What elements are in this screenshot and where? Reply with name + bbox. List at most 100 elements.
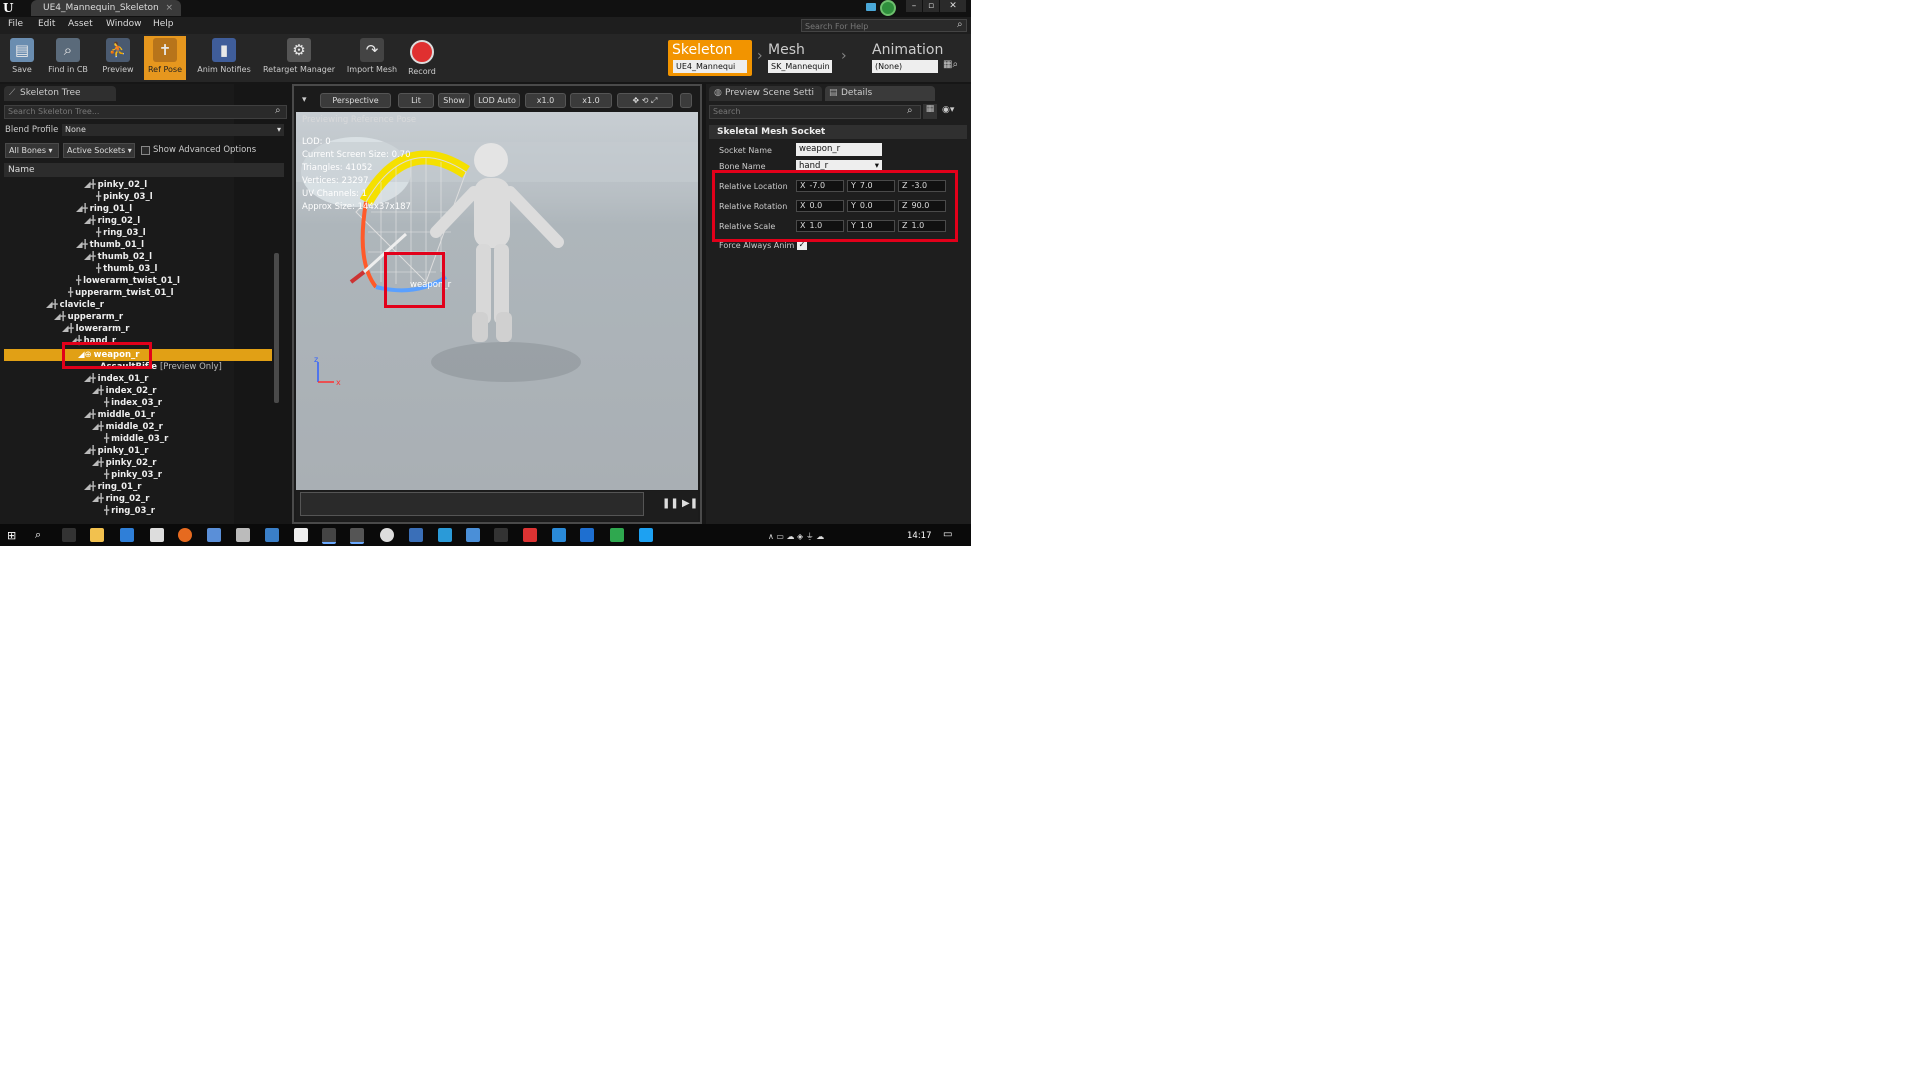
app-icon[interactable] (350, 528, 364, 544)
app-icon[interactable] (523, 528, 537, 542)
bones-filter-dropdown[interactable]: All Bones ▾ (5, 143, 59, 158)
app-icon[interactable] (552, 528, 566, 542)
timeline-scrubber[interactable] (300, 492, 644, 516)
tree-row[interactable]: ◢╋ clavicle_r (46, 299, 104, 311)
anim-notifies-button[interactable]: ▮ Anim Notifies (194, 36, 254, 80)
tree-row[interactable]: ◢╋ thumb_01_l (76, 239, 144, 251)
app-icon[interactable] (207, 528, 221, 542)
app-icon[interactable] (380, 528, 394, 542)
tree-row[interactable]: ╋ ring_03_l (96, 227, 146, 239)
tree-row[interactable]: ◢╋ lowerarm_r (62, 323, 129, 335)
mesh-asset-field[interactable]: SK_Mannequin (768, 60, 832, 73)
app-icon[interactable] (409, 528, 423, 542)
perspective-button[interactable]: Perspective (320, 93, 391, 108)
tree-row[interactable]: ╋ lowerarm_twist_01_l (76, 275, 180, 287)
save-button[interactable]: ▤ Save (4, 36, 40, 80)
retarget-manager-button[interactable]: ⚙ Retarget Manager (259, 36, 339, 80)
menu-file[interactable]: File (8, 19, 23, 29)
system-tray-icons[interactable]: ∧ ▭ ☁ ◈ ⏚ ☁ (768, 531, 824, 542)
tree-column-header[interactable]: Name (4, 163, 284, 177)
pause-icon[interactable]: ❚❚ (662, 498, 679, 509)
tree-row[interactable]: ◢╋ ring_02_l (84, 215, 140, 227)
minimize-button[interactable]: – (906, 0, 922, 12)
play-speed-button[interactable]: x1.0 (525, 93, 566, 108)
lit-button[interactable]: Lit (398, 93, 434, 108)
close-window-button[interactable]: ✕ (940, 0, 966, 12)
mesh-tab-label[interactable]: Mesh (768, 42, 805, 58)
tree-row[interactable]: ◢╋ upperarm_r (54, 311, 123, 323)
search-icon[interactable]: ⌕ (35, 528, 41, 542)
windows-start-icon[interactable]: ⊞ (7, 529, 16, 542)
transform-tools[interactable]: ✥ ⟲ ⤢ (617, 93, 673, 108)
rotation-speed-button[interactable]: x1.0 (570, 93, 612, 108)
visual-studio-code-icon[interactable] (580, 528, 594, 542)
menu-help[interactable]: Help (153, 19, 174, 29)
tree-row[interactable]: ◢╋ thumb_02_l (84, 251, 152, 263)
notifications-icon[interactable]: ▭ (943, 529, 952, 540)
details-search-input[interactable]: Search (709, 105, 921, 119)
skeletal-mesh-socket-section[interactable]: Skeletal Mesh Socket (709, 125, 967, 139)
skeleton-search-input[interactable]: Search Skeleton Tree... (4, 105, 287, 119)
document-tab[interactable]: UE4_Mannequin_Skeleton × (31, 0, 181, 16)
show-advanced-checkbox[interactable] (141, 146, 150, 155)
source-control-icon[interactable] (880, 0, 896, 16)
skeleton-tree-tab[interactable]: Skeleton Tree (4, 86, 116, 101)
tree-row[interactable]: ◢╋ middle_02_r (92, 421, 163, 433)
calculator-icon[interactable] (294, 528, 308, 542)
app-icon[interactable] (494, 528, 508, 542)
tree-row[interactable]: ╋ ring_03_r (104, 505, 155, 517)
tree-scrollbar[interactable] (274, 253, 279, 403)
close-tab-icon[interactable]: × (165, 0, 173, 16)
tree-row[interactable]: ◢╋ middle_01_r (84, 409, 155, 421)
tree-row[interactable]: ╋ middle_03_r (104, 433, 168, 445)
blend-profile-select[interactable]: None ▾ (62, 124, 284, 136)
tree-row[interactable]: ◢╋ ring_02_r (92, 493, 149, 505)
menu-asset[interactable]: Asset (68, 19, 93, 29)
twitter-icon[interactable] (639, 528, 653, 542)
app-icon[interactable] (466, 528, 480, 542)
clock[interactable]: 14:17 (907, 531, 932, 541)
app-icon[interactable] (236, 528, 250, 542)
find-in-cb-button[interactable]: ⌕ Find in CB (44, 36, 92, 80)
step-forward-icon[interactable]: ▶❚ (682, 498, 698, 509)
animation-tab-label[interactable]: Animation (872, 42, 943, 58)
socket-name-field[interactable]: weapon_r (796, 143, 882, 156)
unreal-taskbar-icon[interactable] (322, 528, 336, 544)
lod-button[interactable]: LOD Auto (474, 93, 520, 108)
maximize-button[interactable]: ▫ (923, 0, 939, 12)
tree-row[interactable]: ◢╋ ring_01_r (84, 481, 141, 493)
tree-row[interactable]: ◢╋ pinky_02_l (84, 179, 147, 191)
tree-row[interactable]: ◢╋ ring_01_l (76, 203, 132, 215)
app-icon[interactable] (610, 528, 624, 542)
animation-asset-field[interactable]: (None) (872, 60, 938, 73)
tree-row[interactable]: ╋ index_03_r (104, 397, 162, 409)
viewport-options-chevron-icon[interactable]: ▾ (302, 95, 307, 105)
preview-scene-tab[interactable]: Preview Scene Setti (709, 86, 822, 101)
tree-row[interactable]: ◢╋ pinky_01_r (84, 445, 148, 457)
app-icon[interactable] (438, 528, 452, 542)
eye-icon[interactable]: ◉▾ (942, 105, 954, 115)
preview-button[interactable]: ⛹ Preview (98, 36, 138, 80)
store-icon[interactable] (150, 528, 164, 542)
tree-row[interactable]: ╋ pinky_03_l (96, 191, 153, 203)
app-icon[interactable] (265, 528, 279, 542)
viewport-maximize-button[interactable] (680, 93, 692, 108)
record-button[interactable]: Record (404, 36, 440, 80)
import-mesh-button[interactable]: ↷ Import Mesh (344, 36, 400, 80)
menu-window[interactable]: Window (106, 19, 142, 29)
tree-row[interactable]: ╋ thumb_03_l (96, 263, 157, 275)
task-view-icon[interactable] (62, 528, 76, 542)
file-explorer-icon[interactable] (90, 528, 104, 542)
skeleton-asset-field[interactable]: UE4_Mannequi (673, 60, 747, 73)
firefox-icon[interactable] (178, 528, 192, 542)
tree-row[interactable]: ╋ pinky_03_r (104, 469, 162, 481)
tree-row[interactable]: ◢╋ index_02_r (92, 385, 156, 397)
edge-icon[interactable] (120, 528, 134, 542)
browse-icon[interactable]: ▦⌕ (943, 59, 958, 70)
ref-pose-button[interactable]: ✝ Ref Pose (144, 36, 186, 80)
help-search-input[interactable]: Search For Help (801, 19, 967, 32)
tree-row[interactable]: ╋ upperarm_twist_01_l (68, 287, 174, 299)
sockets-filter-dropdown[interactable]: Active Sockets ▾ (63, 143, 135, 158)
tree-row[interactable]: ◢╋ pinky_02_r (92, 457, 156, 469)
show-button[interactable]: Show (438, 93, 470, 108)
